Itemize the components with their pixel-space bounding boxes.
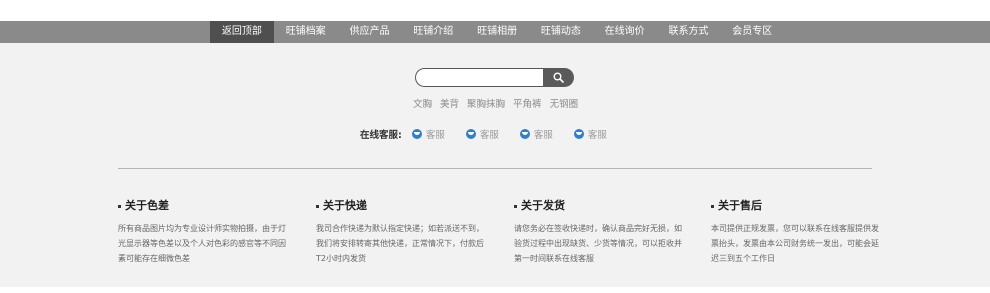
nav-items: 返回顶部 旺铺档案 供应产品 旺铺介绍 旺铺相册 旺铺动态 在线询价 联系方式 …: [210, 21, 784, 43]
nav-item-shop-intro[interactable]: 旺铺介绍: [401, 21, 465, 43]
hot-word-link[interactable]: 聚胸抹胸: [467, 96, 505, 110]
customer-service-link[interactable]: 客服: [411, 127, 445, 141]
customer-service-text: 客服: [479, 130, 499, 141]
customer-service-row: 在线客服: 客服 客服 客服 客服: [360, 127, 628, 141]
customer-service-link[interactable]: 客服: [465, 127, 499, 141]
bullet-icon: [316, 204, 319, 208]
search-button[interactable]: [543, 68, 574, 87]
info-title-text: 关于快递: [323, 199, 367, 212]
nav-item-products[interactable]: 供应产品: [338, 21, 402, 43]
info-title: 关于发货: [514, 197, 686, 213]
info-delivery: 关于快递 我司合作快递为默认指定快递；如若派送不到，我们将安排转寄其他快递，正常…: [316, 197, 488, 266]
info-text: 本司提供正规发票，您可以联系在线客服提供发票抬头，发票由本公司财务统一发出，可能…: [711, 224, 879, 263]
nav-item-contact[interactable]: 联系方式: [657, 21, 721, 43]
info-color-difference: 关于色差 所有商品图片均为专业设计师实物拍摄，由于灯光显示器等色差以及个人对色彩…: [118, 197, 290, 266]
info-text: 请您务必在签收快递时，确认商品完好无损，如验货过程中出现缺货、少货等情况，可以拒…: [514, 224, 682, 263]
hot-word-link[interactable]: 美背: [440, 96, 459, 110]
bullet-icon: [711, 204, 714, 208]
chat-icon: [573, 129, 584, 139]
search-input[interactable]: [415, 68, 543, 87]
bottom-strip: [0, 287, 990, 293]
hot-word-link[interactable]: 平角裤: [513, 96, 542, 110]
info-title: 关于售后: [711, 197, 883, 213]
bullet-icon: [514, 204, 517, 208]
nav-item-inquiry[interactable]: 在线询价: [593, 21, 657, 43]
customer-service-text: 客服: [425, 130, 445, 141]
hot-search-words: 文胸 美背 聚胸抹胸 平角裤 无钢圈: [413, 96, 578, 110]
chat-icon: [411, 129, 422, 139]
search-bar: [415, 68, 574, 87]
nav-item-shop-profile[interactable]: 旺铺档案: [274, 21, 338, 43]
info-title-text: 关于色差: [125, 199, 169, 212]
info-shipping: 关于发货 请您务必在签收快递时，确认商品完好无损，如验货过程中出现缺货、少货等情…: [514, 197, 686, 266]
hot-word-link[interactable]: 无钢圈: [550, 96, 579, 110]
info-title-text: 关于发货: [521, 199, 565, 212]
top-strip: [0, 0, 990, 21]
info-after-sales: 关于售后 本司提供正规发票，您可以联系在线客服提供发票抬头，发票由本公司财务统一…: [711, 197, 883, 266]
hot-word-link[interactable]: 文胸: [413, 96, 432, 110]
info-title: 关于快递: [316, 197, 488, 213]
customer-service-text: 客服: [587, 130, 607, 141]
customer-service-label: 在线客服:: [360, 130, 402, 141]
info-title: 关于色差: [118, 197, 290, 213]
customer-service-link[interactable]: 客服: [573, 127, 607, 141]
section-divider: [118, 168, 872, 169]
nav-item-shop-album[interactable]: 旺铺相册: [465, 21, 529, 43]
search-icon: [553, 72, 564, 83]
info-text: 我司合作快递为默认指定快递；如若派送不到，我们将安排转寄其他快递，正常情况下，付…: [316, 224, 484, 263]
chat-icon: [465, 129, 476, 139]
nav-item-back-to-top[interactable]: 返回顶部: [210, 21, 274, 43]
info-title-text: 关于售后: [718, 199, 762, 212]
nav-item-shop-news[interactable]: 旺铺动态: [529, 21, 593, 43]
customer-service-link[interactable]: 客服: [519, 127, 553, 141]
nav-item-member-zone[interactable]: 会员专区: [720, 21, 784, 43]
chat-icon: [519, 129, 530, 139]
customer-service-text: 客服: [533, 130, 553, 141]
bullet-icon: [118, 204, 121, 208]
shop-navbar: 返回顶部 旺铺档案 供应产品 旺铺介绍 旺铺相册 旺铺动态 在线询价 联系方式 …: [0, 21, 990, 43]
info-text: 所有商品图片均为专业设计师实物拍摄，由于灯光显示器等色差以及个人对色彩的感官等不…: [118, 224, 286, 263]
